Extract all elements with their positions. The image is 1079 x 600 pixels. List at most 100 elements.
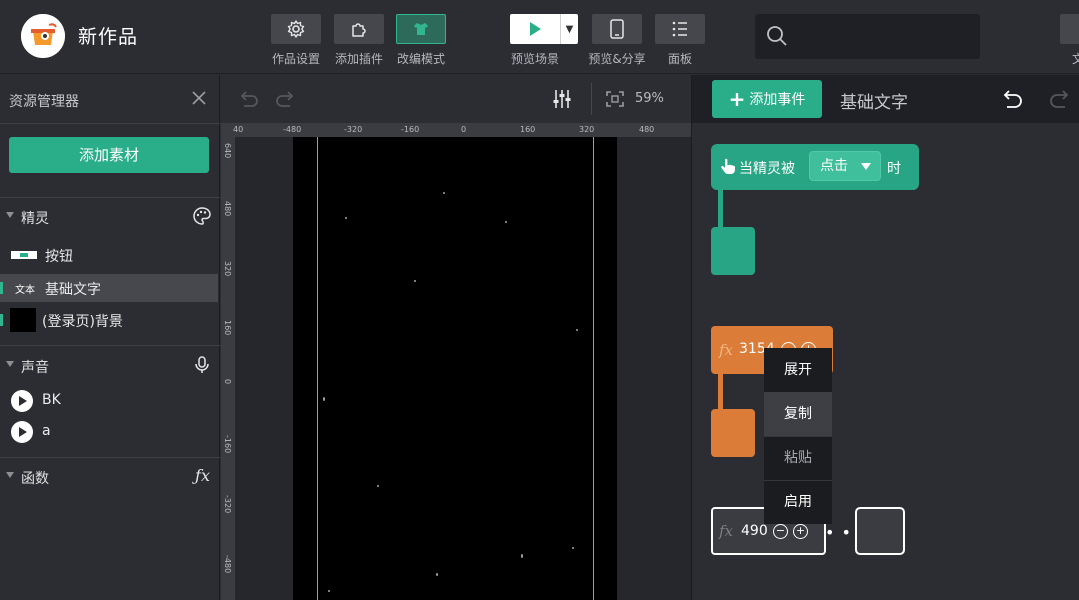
ruler-tick: 480: [223, 201, 232, 217]
star: [345, 217, 347, 219]
function-block-end[interactable]: [711, 409, 755, 457]
microphone-icon[interactable]: [192, 355, 212, 375]
ruler-tick: 160: [520, 125, 536, 134]
horizontal-ruler: 40 -480 -320 -160 0 160 320 480: [221, 123, 691, 137]
redo-icon[interactable]: [1048, 88, 1072, 110]
remix-mode-button[interactable]: [396, 14, 446, 44]
ruler-tick: 160: [223, 320, 232, 336]
play-icon: [530, 22, 541, 36]
block-connector: [718, 372, 723, 412]
sprite-item-label: 按钮: [45, 249, 73, 265]
close-icon[interactable]: [190, 89, 208, 107]
divider: [0, 123, 220, 124]
event-block-end[interactable]: [711, 227, 755, 275]
section-sounds[interactable]: 声音: [0, 353, 220, 379]
preview-scene-button[interactable]: [510, 14, 560, 44]
stage-canvas[interactable]: [293, 137, 617, 600]
redo-icon[interactable]: [273, 90, 297, 110]
function-icon: fx: [719, 341, 734, 359]
remix-mode-label: 改编模式: [396, 52, 446, 66]
ruler-tick: 480: [639, 125, 655, 134]
menu-item-expand[interactable]: 展开: [764, 348, 832, 392]
sliders-icon[interactable]: [551, 88, 573, 110]
function-icon[interactable]: ƒx: [195, 466, 210, 486]
divider: [0, 345, 220, 346]
sprite-item-login-background[interactable]: (登录页)背景: [0, 306, 218, 334]
collapse-triangle-icon[interactable]: [6, 472, 14, 478]
section-functions[interactable]: 函数 ƒx: [0, 464, 220, 490]
ruler-tick: -320: [223, 495, 232, 514]
guide-line-left: [317, 137, 318, 600]
panel-label: 面板: [667, 52, 693, 66]
search-input[interactable]: [795, 24, 970, 50]
palette-icon[interactable]: [192, 206, 212, 226]
sprite-item-label: 基础文字: [45, 282, 101, 298]
undo-icon[interactable]: [237, 90, 261, 110]
undo-icon[interactable]: [1000, 88, 1024, 110]
stage-toolbar: 59%: [221, 75, 691, 123]
collapse-icon[interactable]: −: [773, 524, 788, 539]
zoom-level[interactable]: 59%: [635, 91, 664, 106]
collapse-triangle-icon[interactable]: [6, 212, 14, 218]
menu-item-paste[interactable]: 粘贴: [764, 436, 832, 480]
puzzle-icon: [352, 23, 366, 37]
preview-dropdown-button[interactable]: ▼: [560, 14, 578, 44]
star: [377, 485, 379, 487]
ruler-tick: 640: [223, 143, 232, 159]
menu-item-enable[interactable]: 启用: [764, 480, 832, 524]
divider: [0, 457, 220, 458]
sprite-item-basic-text[interactable]: 文本 基础文字: [0, 274, 218, 302]
ruler-tick: 320: [579, 125, 595, 134]
block-slot[interactable]: [855, 507, 905, 555]
app-root: 新作品 作品设置 添加插件 改编模式 ▼ 预览场景 预览&分享 面板 文 资源管…: [0, 0, 1079, 600]
search-icon: [767, 26, 787, 46]
file-button[interactable]: [1060, 14, 1079, 44]
preview-scene-label: 预览场景: [510, 52, 560, 66]
caret-down-icon: ▼: [565, 23, 574, 35]
star: [443, 192, 445, 194]
section-sprites[interactable]: 精灵: [0, 204, 220, 230]
ruler-tick: -160: [401, 125, 420, 134]
collapse-triangle-icon[interactable]: [6, 361, 14, 367]
text-thumb-icon: 文本: [15, 285, 35, 296]
preview-share-label: 预览&分享: [588, 52, 646, 66]
vertical-ruler: 640 480 320 160 0 -160 -320 -480: [221, 137, 235, 600]
event-type-dropdown[interactable]: 点击: [809, 151, 881, 181]
add-asset-button[interactable]: 添加素材: [9, 137, 209, 173]
ruler-tick: -480: [223, 555, 232, 574]
logo-icon: [21, 14, 65, 58]
stage-area: 59% 40 -480 -320 -160 0 160 320 480 640 …: [221, 75, 699, 600]
add-plugin-button[interactable]: [334, 14, 384, 44]
ruler-tick: -320: [344, 125, 363, 134]
sound-item-bk[interactable]: BK: [0, 387, 218, 415]
add-plugin-label: 添加插件: [334, 52, 384, 66]
star: [323, 397, 325, 401]
play-icon[interactable]: [11, 421, 33, 443]
block-connector: [718, 188, 723, 230]
event-block-when-clicked[interactable]: 当精灵被 点击 时: [711, 144, 919, 190]
fit-screen-icon[interactable]: [605, 90, 625, 108]
hand-pointer-icon: [721, 158, 736, 175]
expand-icon[interactable]: +: [793, 524, 808, 539]
shirt-icon: [414, 23, 428, 35]
preview-share-button[interactable]: [592, 14, 642, 44]
play-icon[interactable]: [11, 390, 33, 412]
section-functions-label: 函数: [21, 471, 49, 487]
sprite-item-button[interactable]: 按钮: [0, 241, 218, 269]
search-box: [755, 14, 980, 59]
app-logo[interactable]: [21, 14, 65, 58]
black-bg-thumb-icon: [10, 308, 36, 332]
menu-item-copy[interactable]: 复制: [764, 392, 832, 436]
phone-icon: [610, 19, 624, 39]
panel-button[interactable]: [655, 14, 705, 44]
event-block-suffix: 时: [887, 161, 901, 177]
sprite-item-label: (登录页)背景: [42, 314, 123, 330]
toolbar-divider: [591, 83, 592, 115]
add-event-button[interactable]: + 添加事件: [712, 80, 822, 118]
section-sounds-label: 声音: [21, 360, 49, 376]
sound-item-a[interactable]: a: [0, 418, 218, 446]
current-sprite-title: 基础文字: [840, 93, 908, 113]
gear-icon: [287, 20, 305, 38]
project-settings-button[interactable]: [271, 14, 321, 44]
context-menu: 展开 复制 粘贴 启用: [764, 348, 832, 524]
